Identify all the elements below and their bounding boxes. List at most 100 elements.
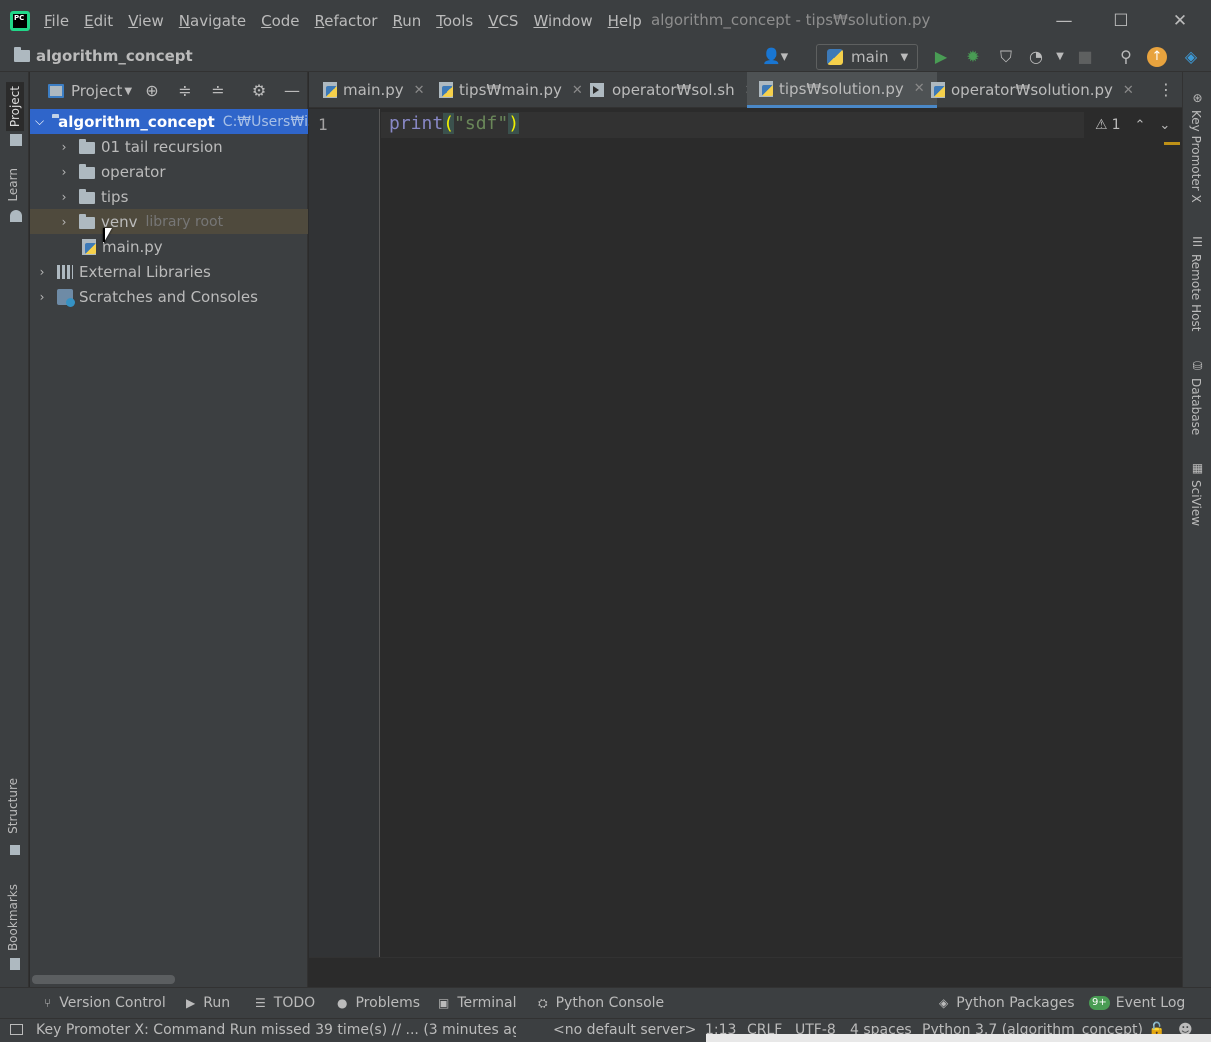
- update-icon[interactable]: ↑: [1147, 47, 1167, 67]
- tree-item-folder[interactable]: › tips: [30, 184, 308, 209]
- plugin-icon[interactable]: ◈: [1180, 46, 1202, 68]
- navigation-bar: algorithm_concept 👤▾ main ▼ ▶ ✹ ⛉ ◔ ▼ ■ …: [0, 42, 1211, 72]
- run-toolwindow-button[interactable]: ▶ Run: [186, 995, 230, 1011]
- search-icon[interactable]: ⚲: [1115, 46, 1137, 68]
- tab-tips-solution-py[interactable]: tips₩solution.py ✕: [747, 72, 937, 108]
- close-icon[interactable]: ✕: [572, 83, 583, 98]
- profile-icon[interactable]: ◔: [1025, 46, 1047, 68]
- tab-main-py[interactable]: main.py ✕: [323, 72, 425, 108]
- learn-icon: [10, 210, 22, 222]
- code-token-paren-close: ): [508, 113, 520, 134]
- toggle-tool-windows-icon[interactable]: [10, 1024, 23, 1035]
- todo-button[interactable]: ☰ TODO: [255, 995, 315, 1011]
- breadcrumb-project[interactable]: algorithm_concept: [36, 47, 193, 65]
- menu-run[interactable]: Run: [392, 12, 421, 30]
- tab-operator-sol-sh[interactable]: operator₩sol.sh ✕: [590, 72, 756, 108]
- python-packages-label: Python Packages: [956, 995, 1075, 1011]
- menu-navigate[interactable]: Navigate: [179, 12, 246, 30]
- title-bar: PC File Edit View Navigate Code Refactor…: [0, 0, 1211, 42]
- tree-item-file[interactable]: main.py: [30, 234, 308, 259]
- locate-icon[interactable]: ⊕: [141, 80, 163, 102]
- minimize-button[interactable]: —: [1052, 9, 1076, 33]
- menu-file[interactable]: File: [44, 12, 69, 30]
- inspection-widget[interactable]: ⚠ 1 ⌃ ⌄: [1095, 117, 1170, 133]
- tab-tips-main-py[interactable]: tips₩main.py ✕: [439, 72, 583, 108]
- folder-icon: [79, 213, 95, 229]
- next-highlight-icon[interactable]: ⌄: [1159, 118, 1170, 133]
- user-dropdown-icon[interactable]: 👤▾: [762, 47, 788, 65]
- horizontal-scrollbar[interactable]: [32, 975, 175, 984]
- tree-item-label: Scratches and Consoles: [79, 287, 258, 306]
- sciview-toolwindow-tab[interactable]: SciView: [1189, 480, 1203, 526]
- sciview-icon: ▦: [1191, 461, 1204, 475]
- tab-operator-solution-py[interactable]: operator₩solution.py ✕: [931, 72, 1134, 108]
- chevron-right-icon[interactable]: ›: [57, 140, 71, 154]
- python-packages-button[interactable]: ◈ Python Packages: [939, 995, 1075, 1011]
- error-stripe-mark[interactable]: [1164, 142, 1180, 145]
- python-console-button[interactable]: ⛭ Python Console: [538, 995, 664, 1011]
- structure-toolwindow-tab[interactable]: Structure: [6, 778, 20, 834]
- chevron-down-icon[interactable]: ▼: [124, 86, 132, 97]
- terminal-button[interactable]: ▣ Terminal: [438, 995, 517, 1011]
- learn-toolwindow-tab[interactable]: Learn: [6, 168, 20, 202]
- coverage-icon[interactable]: ⛉: [995, 46, 1017, 68]
- profile-dropdown-icon[interactable]: ▼: [1049, 46, 1071, 68]
- chevron-right-icon[interactable]: ›: [35, 290, 49, 304]
- chevron-down-icon[interactable]: ⌵: [35, 114, 44, 129]
- event-log-button[interactable]: 9+ Event Log: [1089, 995, 1185, 1011]
- breadcrumb[interactable]: algorithm_concept: [14, 47, 193, 65]
- close-icon[interactable]: ✕: [1123, 83, 1134, 98]
- database-toolwindow-tab[interactable]: Database: [1189, 378, 1203, 435]
- menu-vcs[interactable]: VCS: [488, 12, 518, 30]
- line-gutter[interactable]: 1: [309, 109, 380, 957]
- chevron-right-icon[interactable]: ›: [57, 190, 71, 204]
- menu-window[interactable]: Window: [533, 12, 592, 30]
- remote-host-toolwindow-tab[interactable]: Remote Host: [1189, 254, 1203, 331]
- chevron-right-icon[interactable]: ›: [57, 215, 71, 229]
- run-icon[interactable]: ▶: [930, 46, 952, 68]
- key-promoter-toolwindow-tab[interactable]: Key Promoter X: [1189, 110, 1203, 203]
- hide-panel-icon[interactable]: —: [281, 80, 303, 102]
- warning-icon: ⚠: [1095, 117, 1108, 133]
- project-toolwindow-tab[interactable]: Project: [6, 82, 24, 132]
- python-file-icon: [759, 80, 773, 97]
- collapse-all-icon[interactable]: ≐: [207, 80, 229, 102]
- project-view-selector[interactable]: Project: [71, 82, 122, 100]
- menu-edit[interactable]: Edit: [84, 12, 113, 30]
- chevron-right-icon[interactable]: ›: [57, 165, 71, 179]
- code-editor[interactable]: 1 print("sdf") ⚠ 1 ⌃ ⌄: [309, 109, 1182, 957]
- project-view-icon: [48, 84, 64, 98]
- tree-item-scratches[interactable]: › Scratches and Consoles: [30, 284, 308, 309]
- tree-item-folder[interactable]: › 01 tail recursion: [30, 134, 308, 159]
- close-icon[interactable]: ✕: [414, 83, 425, 98]
- run-config-selector[interactable]: main ▼: [816, 44, 918, 70]
- menu-help[interactable]: Help: [608, 12, 642, 30]
- expand-all-icon[interactable]: ≑: [174, 80, 196, 102]
- tree-item-folder[interactable]: › venv library root: [30, 209, 308, 234]
- deployment-server[interactable]: <no default server>: [553, 1022, 696, 1038]
- previous-highlight-icon[interactable]: ⌃: [1134, 118, 1145, 133]
- menu-view[interactable]: View: [128, 12, 164, 30]
- close-icon[interactable]: ✕: [914, 81, 925, 96]
- more-tabs-icon[interactable]: ⋮: [1158, 80, 1174, 99]
- problems-button[interactable]: ● Problems: [337, 995, 420, 1011]
- event-log-label: Event Log: [1115, 995, 1186, 1011]
- tree-item-external-libraries[interactable]: › External Libraries: [30, 259, 308, 284]
- tree-item-folder[interactable]: › operator: [30, 159, 308, 184]
- stop-icon[interactable]: ■: [1074, 46, 1096, 68]
- code-line[interactable]: print("sdf"): [389, 113, 520, 134]
- menu-refactor[interactable]: Refactor: [315, 12, 378, 30]
- debug-icon[interactable]: ✹: [962, 46, 984, 68]
- gear-icon[interactable]: ⚙: [248, 80, 270, 102]
- chevron-right-icon[interactable]: ›: [35, 265, 49, 279]
- status-message[interactable]: Key Promoter X: Command Run missed 39 ti…: [36, 1022, 516, 1038]
- menu-tools[interactable]: Tools: [436, 12, 473, 30]
- close-window-button[interactable]: ✕: [1168, 9, 1192, 33]
- terminal-icon: ▣: [438, 996, 450, 1010]
- menu-code[interactable]: Code: [261, 12, 299, 30]
- maximize-button[interactable]: ☐: [1109, 9, 1133, 33]
- version-control-button[interactable]: ⑂ Version Control: [44, 995, 166, 1011]
- editor-tab-bar: main.py ✕ tips₩main.py ✕ operator₩sol.sh…: [309, 72, 1182, 108]
- tree-item-root[interactable]: ⌵ algorithm_concept C:₩Users₩is2: [30, 109, 324, 134]
- bookmarks-toolwindow-tab[interactable]: Bookmarks: [6, 884, 20, 951]
